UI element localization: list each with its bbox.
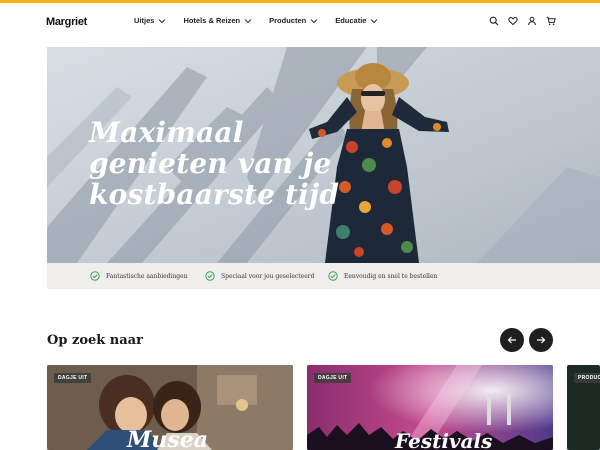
section-title: Op zoek naar xyxy=(47,333,143,348)
carousel-next-button[interactable] xyxy=(529,328,553,352)
hero-title: Maximaal genieten van je kostbaarste tij… xyxy=(89,117,389,210)
card-tag: PRODUCT xyxy=(574,373,600,383)
site-logo[interactable]: Margriet xyxy=(46,16,87,28)
menu-item-label: Producten xyxy=(269,16,307,25)
menu-item-label: Uitjes xyxy=(134,16,155,25)
search-icon[interactable] xyxy=(489,16,499,26)
usp-text: Eenvoudig en snel te bestellen xyxy=(344,272,438,280)
chevron-down-icon xyxy=(159,18,166,23)
menu-item-label: Educatie xyxy=(335,16,367,25)
card-tag: DAGJE UIT xyxy=(314,373,352,383)
menu-item-hotels[interactable]: Hotels & Reizen xyxy=(183,16,252,25)
usp-bar: Fantastische aanbiedingen Speciaal voor … xyxy=(47,263,600,289)
usp-text: Speciaal voor jou geselecteerd xyxy=(221,272,315,280)
card-title: Festivals xyxy=(395,429,493,450)
usp-text: Fantastische aanbiedingen xyxy=(106,272,188,280)
menu-item-producten[interactable]: Producten xyxy=(269,16,318,25)
main-navigation: Margriet Uitjes Hotels & Reizen Producte… xyxy=(0,3,600,43)
chevron-down-icon xyxy=(310,18,318,23)
hero-banner: Maximaal genieten van je kostbaarste tij… xyxy=(47,47,600,263)
menu-item-label: Hotels & Reizen xyxy=(183,16,241,25)
menu: Uitjes Hotels & Reizen Producten Educati… xyxy=(134,16,395,25)
arrow-right-icon xyxy=(537,336,546,344)
chevron-down-icon xyxy=(371,18,378,23)
heart-icon[interactable] xyxy=(508,16,518,26)
menu-item-uitjes[interactable]: Uitjes xyxy=(134,16,166,25)
usp-item: Eenvoudig en snel te bestellen xyxy=(328,271,437,281)
card-title: Musea xyxy=(127,427,208,450)
hero-title-line: kostbaarste tijd xyxy=(89,178,340,211)
check-circle-icon xyxy=(205,271,215,281)
check-circle-icon xyxy=(90,271,100,281)
card-tag: DAGJE UIT xyxy=(54,373,92,383)
check-circle-icon xyxy=(328,271,338,281)
hero-title-line: Maximaal xyxy=(89,116,244,149)
header-actions xyxy=(489,16,556,26)
cart-icon[interactable] xyxy=(546,16,556,26)
usp-item: Speciaal voor jou geselecteerd xyxy=(205,271,314,281)
chevron-down-icon xyxy=(244,18,252,23)
menu-item-educatie[interactable]: Educatie xyxy=(335,16,378,25)
category-card-product[interactable]: PRODUCT xyxy=(567,365,600,450)
user-icon[interactable] xyxy=(527,16,537,26)
hero-title-line: genieten van je xyxy=(89,147,332,180)
carousel-prev-button[interactable] xyxy=(500,328,524,352)
category-card-festivals[interactable]: DAGJE UIT Festivals xyxy=(307,365,553,450)
usp-item: Fantastische aanbiedingen xyxy=(90,271,188,281)
category-card-musea[interactable]: DAGJE UIT Musea xyxy=(47,365,293,450)
arrow-left-icon xyxy=(507,336,516,344)
